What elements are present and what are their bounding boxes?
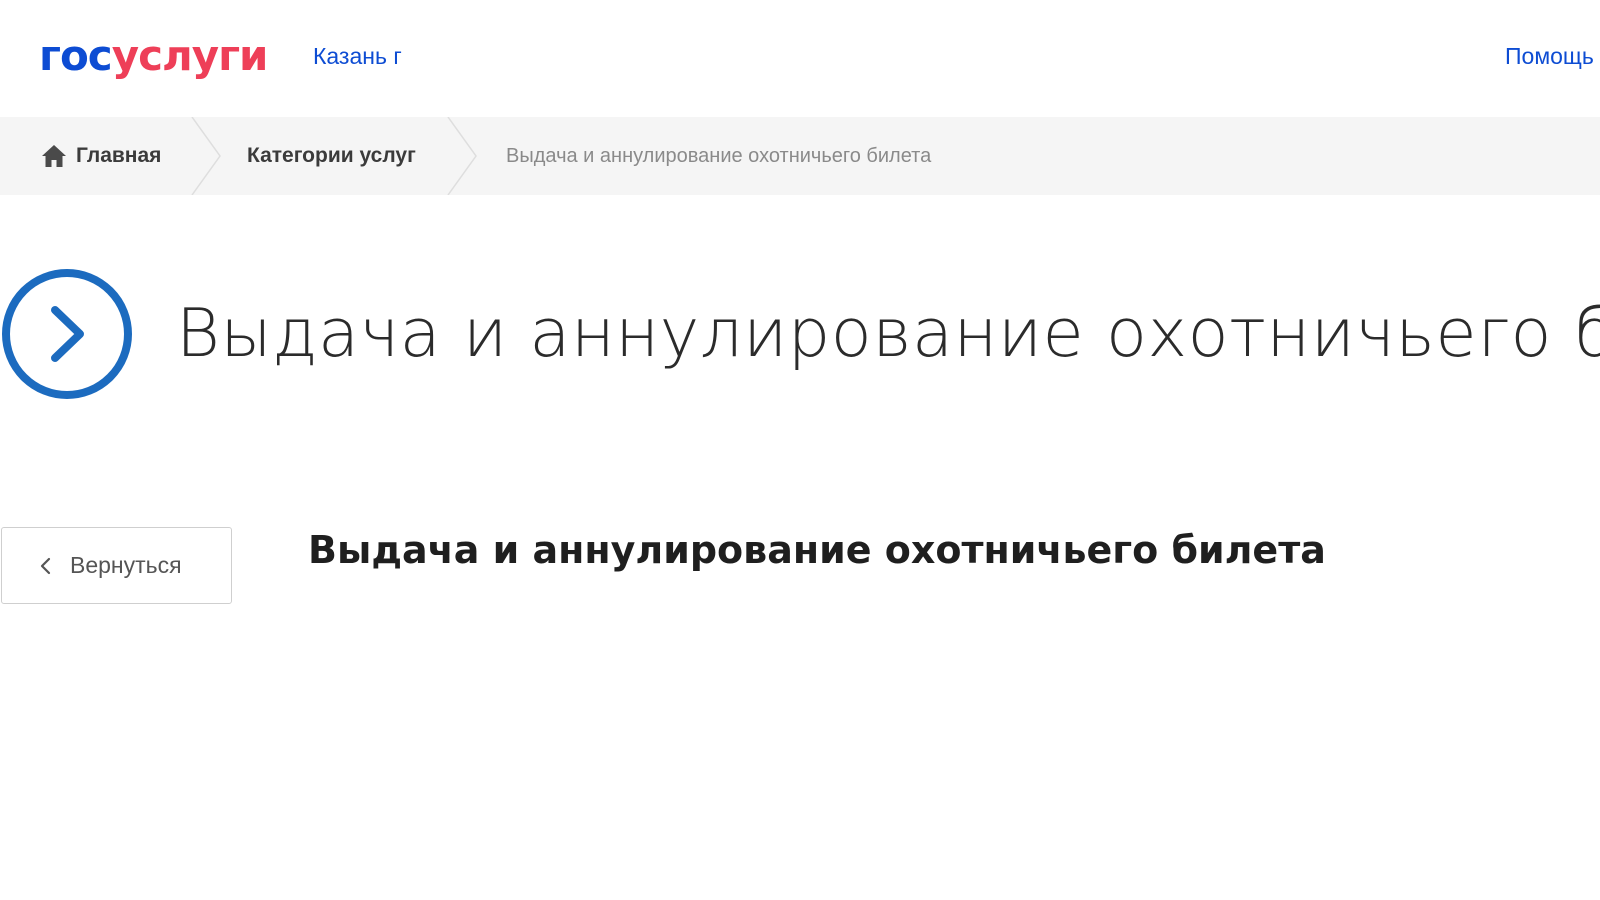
home-icon (42, 145, 66, 167)
breadcrumb-home-label: Главная (76, 144, 162, 167)
gosuslugi-logo[interactable]: госуслуги (39, 28, 268, 84)
breadcrumb-home[interactable]: Главная (41, 117, 161, 195)
logo-text-gos: гос (39, 31, 113, 80)
service-subtitle: Выдача и аннулирование охотничьего билет… (308, 528, 1326, 572)
logo-text-uslugi: услуги (111, 31, 269, 80)
page: госуслуги Казань г Помощь Главная Катего… (0, 0, 1600, 900)
breadcrumb-separator (191, 117, 221, 195)
back-button-label: Вернуться (70, 552, 182, 578)
page-title: Выдача и аннулирование охотничьего билет… (176, 294, 1600, 372)
chevron-circle-right-icon (2, 269, 132, 399)
help-link[interactable]: Помощь (1505, 42, 1600, 70)
breadcrumb-categories[interactable]: Категории услуг (247, 117, 416, 195)
chevron-left-icon (40, 557, 51, 574)
region-selector[interactable]: Казань г (313, 42, 402, 70)
breadcrumb-current: Выдача и аннулирование охотничьего билет… (506, 144, 932, 167)
breadcrumb-separator (447, 117, 477, 195)
breadcrumb: Главная Категории услуг Выдача и аннулир… (0, 117, 1600, 195)
header: госуслуги Казань г Помощь (0, 0, 1600, 118)
back-button[interactable]: Вернуться (1, 527, 232, 604)
